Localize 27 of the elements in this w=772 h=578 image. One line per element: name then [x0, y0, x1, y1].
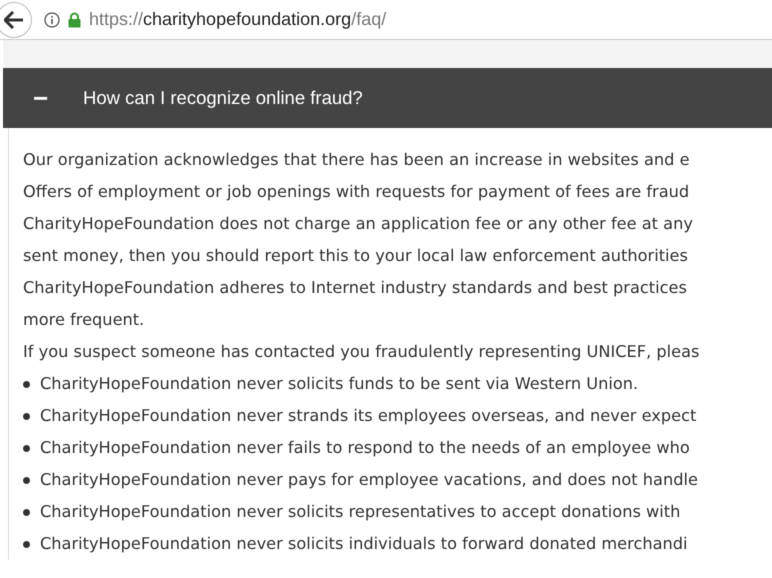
- answer-text: Our organization acknowledges that there has been an increase in websites and e: [23, 149, 690, 171]
- answer-text: more frequent.: [23, 309, 144, 331]
- collapse-toggle[interactable]: −: [33, 85, 59, 111]
- question-title: How can I recognize online fraud?: [83, 86, 363, 110]
- bullet-text: CharityHopeFoundation never solicits representatives to accept donations with: [40, 501, 680, 523]
- lock-icon: [68, 12, 81, 28]
- bullet-text: CharityHopeFoundation never strands its employees overseas, and never expect: [40, 405, 696, 427]
- info-icon[interactable]: [44, 12, 60, 28]
- bullet-text: CharityHopeFoundation never fails to respond to the needs of an employee who: [40, 437, 690, 459]
- bullet-icon: [23, 508, 30, 516]
- bullet-text: CharityHopeFoundation never solicits individuals to forward donated merchandi: [40, 533, 688, 555]
- bullet-icon: [23, 380, 30, 388]
- answer-text: If you suspect someone has contacted you fraudulently representing UNICEF, pleas: [23, 341, 700, 363]
- back-button[interactable]: [0, 2, 32, 38]
- bullet-text: CharityHopeFoundation never solicits funds to be sent via Western Union.: [40, 373, 638, 395]
- answer-text: CharityHopeFoundation adheres to Internet industry standards and best practices: [23, 277, 687, 299]
- bullet-icon: [23, 540, 30, 548]
- bullet-icon: [23, 412, 30, 420]
- answer-text: Offers of employment or job openings with requests for payment of fees are fraud: [23, 181, 690, 203]
- accordion-header[interactable]: − How can I recognize online fraud?: [3, 68, 772, 128]
- bullet-icon: [23, 476, 30, 484]
- bullet-icon: [23, 444, 30, 452]
- answer-text: sent money, then you should report this to your local law enforcement authorities: [23, 245, 688, 267]
- url-text[interactable]: https://charityhopefoundation.org/faq/: [89, 6, 386, 33]
- answer-text: CharityHopeFoundation does not charge an application fee or any other fee at any: [23, 213, 693, 235]
- back-arrow-icon: [4, 10, 24, 28]
- bullet-text: CharityHopeFoundation never pays for employee vacations, and does not handle: [40, 469, 698, 491]
